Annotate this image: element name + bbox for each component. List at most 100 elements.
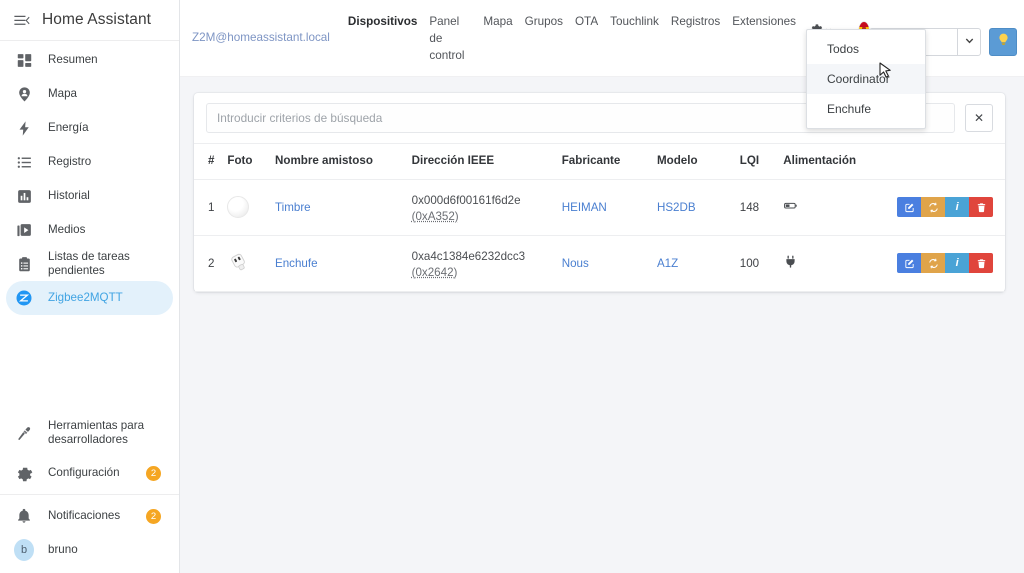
column-header-ieee[interactable]: Dirección IEEE: [405, 143, 556, 180]
close-icon: ✕: [973, 111, 985, 125]
zigbee2mqtt-icon: [14, 288, 34, 308]
lightbulb-icon: [996, 32, 1011, 52]
row-number: 2: [194, 235, 222, 292]
table-row[interactable]: 1 Timbre 0x000d6f00161f6d2e (0xA352) HEI…: [194, 179, 1005, 236]
tab-extensiones[interactable]: Extensiones: [732, 14, 796, 31]
sidebar-item-historial[interactable]: Historial: [6, 179, 173, 213]
sidebar-tools-list: Herramientas para desarrolladores Config…: [0, 410, 179, 490]
bell-icon: [14, 506, 34, 526]
map-marker-account-icon: [14, 84, 34, 104]
doorbell-thumbnail: [227, 196, 250, 219]
sidebar-item-label: Herramientas para desarrolladores: [48, 418, 145, 446]
column-header-modelo[interactable]: Modelo: [650, 143, 734, 180]
lqi-value: 148: [733, 179, 778, 236]
column-header-nombre[interactable]: Nombre amistoso: [268, 143, 406, 180]
theme-toggle-button[interactable]: [989, 28, 1017, 56]
sidebar-item-notificaciones[interactable]: Notificaciones 2: [6, 499, 173, 533]
z2m-brand-link[interactable]: Z2M@homeassistant.local: [192, 31, 330, 44]
lightning-bolt-icon: [14, 118, 34, 138]
avatar-letter: b: [14, 539, 34, 561]
model-link[interactable]: HS2DB: [657, 201, 696, 214]
sidebar-item-medios[interactable]: Medios: [6, 213, 173, 247]
devices-table-head: # Foto Nombre amistoso Dirección IEEE Fa…: [194, 143, 1005, 180]
delete-icon[interactable]: [969, 197, 994, 218]
sidebar-item-label: bruno: [48, 542, 78, 556]
reload-icon[interactable]: [921, 253, 946, 274]
row-actions: i: [897, 197, 999, 218]
sidebar-item-user-profile[interactable]: b bruno: [6, 533, 173, 567]
sidebar-item-mapa[interactable]: Mapa: [6, 77, 173, 111]
sidebar-divider: [0, 494, 179, 495]
column-header-foto[interactable]: Foto: [221, 143, 269, 180]
tab-mapa[interactable]: Mapa: [483, 14, 512, 31]
power-plug-icon: [783, 256, 798, 272]
clear-search-button[interactable]: ✕: [965, 104, 993, 132]
table-header-row: # Foto Nombre amistoso Dirección IEEE Fa…: [194, 143, 1005, 180]
sidebar-item-registro[interactable]: Registro: [6, 145, 173, 179]
dropdown-item-enchufe[interactable]: Enchufe: [807, 94, 925, 124]
status-badge: 2: [146, 508, 161, 524]
lqi-value: 100: [733, 235, 778, 292]
edit-icon[interactable]: [897, 197, 922, 218]
battery-icon: [783, 203, 798, 216]
network-short-address: (0x2642): [411, 265, 458, 279]
chart-box-icon: [14, 186, 34, 206]
manufacturer-link[interactable]: Nous: [562, 257, 589, 270]
column-header-number[interactable]: #: [194, 143, 222, 180]
devices-table-body: 1 Timbre 0x000d6f00161f6d2e (0xA352) HEI…: [194, 179, 1005, 292]
row-photo: [221, 179, 269, 236]
sidebar-item-configuracion[interactable]: Configuración 2: [6, 456, 173, 490]
reload-icon[interactable]: [921, 197, 946, 218]
sidebar-item-label: Configuración: [48, 465, 120, 479]
manufacturer-link[interactable]: HEIMAN: [562, 201, 607, 214]
format-list-bulleted-icon: [14, 152, 34, 172]
sidebar-item-label: Historial: [48, 188, 90, 202]
device-type-dropdown-menu: Todos Coordinator Enchufe: [806, 29, 926, 129]
column-header-lqi[interactable]: LQI: [733, 143, 778, 180]
info-icon[interactable]: i: [945, 253, 970, 274]
sidebar-item-label: Mapa: [48, 86, 78, 100]
devices-table: # Foto Nombre amistoso Dirección IEEE Fa…: [194, 143, 1005, 292]
ieee-address: 0xa4c1384e6232dcc3: [411, 249, 526, 263]
table-row[interactable]: 2 Enchufe 0xa4c1384e6232dcc3 (0x2642) No…: [194, 235, 1005, 292]
sidebar-item-zigbee2mqtt[interactable]: Zigbee2MQTT: [6, 281, 173, 315]
tab-ota[interactable]: OTA: [575, 14, 598, 31]
sidebar-item-energia[interactable]: Energía: [6, 111, 173, 145]
sidebar-item-label: Zigbee2MQTT: [48, 290, 123, 304]
dropdown-item-coordinator[interactable]: Coordinator: [807, 64, 925, 94]
tab-grupos[interactable]: Grupos: [525, 14, 563, 31]
tab-registros[interactable]: Registros: [671, 14, 720, 31]
chevron-down-icon: [964, 33, 975, 51]
column-header-actions: [891, 143, 1005, 180]
sidebar-header: Home Assistant: [0, 0, 179, 41]
sidebar-item-label: Energía: [48, 120, 89, 134]
model-link[interactable]: A1Z: [657, 257, 678, 270]
sidebar-item-listas-tareas[interactable]: Listas de tareas pendientes: [6, 247, 173, 281]
sidebar-item-label: Resumen: [48, 52, 98, 66]
row-actions: i: [897, 253, 999, 274]
sidebar-item-label: Registro: [48, 154, 92, 168]
sidebar-nav-list: Resumen Mapa Energía Registro Historial …: [0, 41, 179, 315]
row-photo: [221, 235, 269, 292]
device-name-link[interactable]: Enchufe: [275, 257, 318, 270]
tab-panel-de-control[interactable]: Panel de control: [429, 14, 471, 65]
sidebar-item-herramientas-desarrolladores[interactable]: Herramientas para desarrolladores: [6, 410, 173, 456]
nav-tabs: Dispositivos Panel de control Mapa Grupo…: [348, 14, 869, 65]
delete-icon[interactable]: [969, 253, 994, 274]
plug-thumbnail: [227, 252, 251, 274]
column-header-fabricante[interactable]: Fabricante: [555, 143, 651, 180]
filter-dropdown-toggle[interactable]: [957, 28, 981, 56]
menu-collapse-icon[interactable]: [10, 9, 32, 31]
hammer-icon: [14, 423, 34, 443]
tab-touchlink[interactable]: Touchlink: [610, 14, 659, 31]
ieee-address: 0x000d6f00161f6d2e: [411, 194, 521, 207]
device-name-link[interactable]: Timbre: [275, 201, 311, 214]
edit-icon[interactable]: [897, 253, 922, 274]
dropdown-item-todos[interactable]: Todos: [807, 34, 925, 64]
tab-dispositivos[interactable]: Dispositivos: [348, 14, 418, 31]
sidebar-item-resumen[interactable]: Resumen: [6, 43, 173, 77]
column-header-alimentacion[interactable]: Alimentación: [777, 143, 892, 180]
info-icon[interactable]: i: [945, 197, 970, 218]
avatar: b: [14, 539, 34, 561]
